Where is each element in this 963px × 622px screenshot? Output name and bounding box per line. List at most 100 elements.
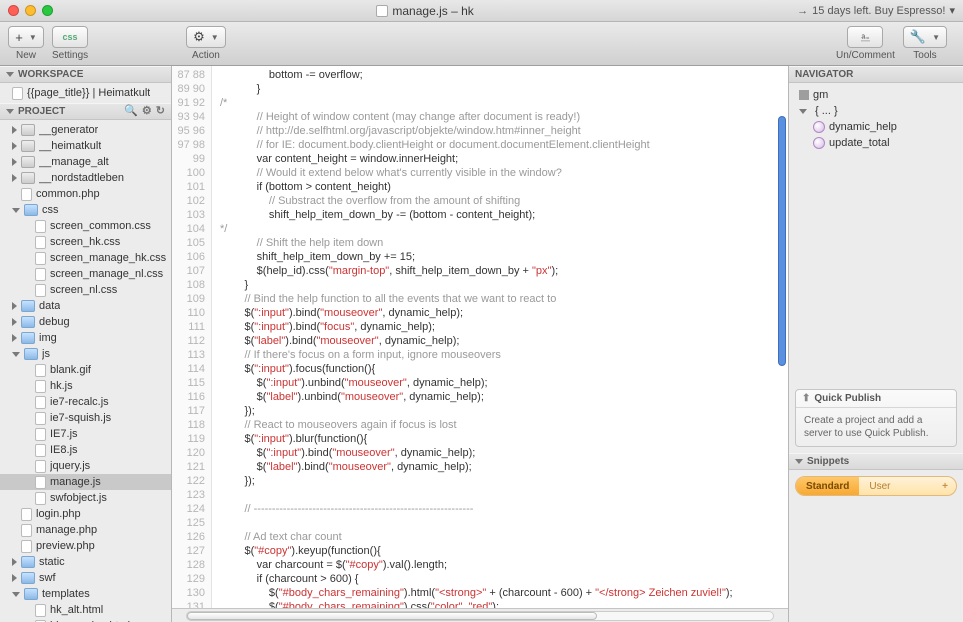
folder-row[interactable]: js: [0, 346, 171, 362]
snippets-tab-user[interactable]: User: [859, 477, 900, 495]
snippets-tab-standard[interactable]: Standard: [796, 477, 859, 495]
disclosure-triangle-icon: [12, 126, 17, 134]
file-row[interactable]: hk_alt.html: [0, 602, 171, 618]
function-icon: [813, 121, 825, 133]
folder-row[interactable]: __generator: [0, 122, 171, 138]
snippets-header[interactable]: Snippets: [789, 453, 963, 470]
file-row[interactable]: manage.php: [0, 522, 171, 538]
file-row[interactable]: hk.js: [0, 378, 171, 394]
project-tree: __generator__heimatkult__manage_alt__nor…: [0, 120, 171, 622]
folder-icon: [21, 124, 35, 136]
window-title: manage.js – hk: [53, 4, 797, 18]
disclosure-triangle-icon: [6, 72, 14, 77]
file-icon: [21, 540, 32, 553]
disclosure-triangle-icon: [12, 302, 17, 310]
search-icon[interactable]: 🔍: [124, 103, 138, 120]
file-row[interactable]: ie7-squish.js: [0, 410, 171, 426]
folder-icon: [21, 300, 35, 312]
navigator-tree: gm{ ... }dynamic_helpupdate_total: [789, 83, 963, 155]
workspace-header[interactable]: WORKSPACE: [0, 66, 171, 83]
file-row[interactable]: IE7.js: [0, 426, 171, 442]
file-icon: [35, 460, 46, 473]
file-row[interactable]: screen_nl.css: [0, 282, 171, 298]
trial-notice[interactable]: →15 days left. Buy Espresso! ▾: [797, 4, 955, 17]
navigator-item[interactable]: dynamic_help: [795, 119, 957, 135]
folder-row[interactable]: __heimatkult: [0, 138, 171, 154]
disclosure-triangle-icon: [12, 352, 20, 357]
disclosure-triangle-icon: [12, 574, 17, 582]
settings-label: Settings: [52, 50, 88, 61]
gear-icon[interactable]: ⚙: [142, 103, 152, 120]
folder-icon: [21, 140, 35, 152]
settings-button[interactable]: css: [52, 26, 88, 48]
workspace-item[interactable]: {{page_title}} | Heimatkult: [0, 85, 171, 101]
folder-row[interactable]: templates: [0, 586, 171, 602]
file-row[interactable]: preview.php: [0, 538, 171, 554]
quick-publish-header[interactable]: ⬆ Quick Publish: [796, 390, 956, 408]
add-snippet-button[interactable]: +: [934, 481, 956, 492]
file-row[interactable]: swfobject.js: [0, 490, 171, 506]
css-icon: css: [63, 32, 78, 42]
folder-icon: [21, 172, 35, 184]
folder-icon: [21, 156, 35, 168]
zoom-window-button[interactable]: [42, 5, 53, 16]
file-row[interactable]: screen_manage_nl.css: [0, 266, 171, 282]
navigator-item[interactable]: { ... }: [795, 103, 957, 119]
comment-icon: ⎁: [860, 29, 870, 45]
file-icon: [35, 236, 46, 249]
dropdown-icon: ▾: [949, 4, 955, 17]
tools-button[interactable]: 🔧 ▼: [903, 26, 947, 48]
file-row[interactable]: ie7-recalc.js: [0, 394, 171, 410]
close-window-button[interactable]: [8, 5, 19, 16]
folder-row[interactable]: swf: [0, 570, 171, 586]
folder-row[interactable]: __nordstadtleben: [0, 170, 171, 186]
file-row[interactable]: hk_anzeige.html: [0, 618, 171, 622]
minimize-window-button[interactable]: [25, 5, 36, 16]
folder-row[interactable]: static: [0, 554, 171, 570]
folder-icon: [24, 348, 38, 360]
folder-icon: [21, 572, 35, 584]
disclosure-triangle-icon: [12, 142, 17, 150]
chevron-down-icon: ▼: [932, 33, 940, 42]
quick-publish-panel: ⬆ Quick Publish Create a project and add…: [795, 389, 957, 447]
folder-row[interactable]: data: [0, 298, 171, 314]
snippets-body: Standard User +: [789, 470, 963, 502]
document-icon: [376, 5, 388, 17]
file-row[interactable]: common.php: [0, 186, 171, 202]
file-row[interactable]: screen_common.css: [0, 218, 171, 234]
file-row[interactable]: login.php: [0, 506, 171, 522]
object-icon: [799, 90, 809, 100]
folder-row[interactable]: css: [0, 202, 171, 218]
project-header[interactable]: PROJECT 🔍 ⚙ ↻: [0, 103, 171, 120]
scrollbar-thumb[interactable]: [778, 116, 786, 366]
file-row[interactable]: screen_hk.css: [0, 234, 171, 250]
file-row[interactable]: IE8.js: [0, 442, 171, 458]
folder-row[interactable]: debug: [0, 314, 171, 330]
file-row[interactable]: blank.gif: [0, 362, 171, 378]
code-content[interactable]: bottom -= overflow; } /* // Height of wi…: [212, 66, 788, 622]
folder-row[interactable]: __manage_alt: [0, 154, 171, 170]
navigator-item[interactable]: gm: [795, 87, 957, 103]
action-button[interactable]: ⚙ ▼: [186, 26, 226, 48]
file-row[interactable]: jquery.js: [0, 458, 171, 474]
file-icon: [35, 380, 46, 393]
new-button[interactable]: + ▼: [8, 26, 44, 48]
folder-row[interactable]: img: [0, 330, 171, 346]
tools-label: Tools: [913, 50, 936, 61]
refresh-icon[interactable]: ↻: [156, 103, 165, 120]
file-row[interactable]: screen_manage_hk.css: [0, 250, 171, 266]
file-icon: [35, 476, 46, 489]
disclosure-triangle-icon: [12, 208, 20, 213]
file-icon: [21, 524, 32, 537]
file-row[interactable]: manage.js: [0, 474, 171, 490]
uncomment-button[interactable]: ⎁: [847, 26, 883, 48]
scrollbar-thumb[interactable]: [187, 612, 597, 620]
vertical-scrollbar[interactable]: [778, 76, 786, 576]
disclosure-triangle-icon: [6, 109, 14, 114]
plus-icon: +: [15, 30, 23, 45]
file-icon: [35, 604, 46, 617]
navigator-item[interactable]: update_total: [795, 135, 957, 151]
horizontal-scrollbar[interactable]: [172, 608, 788, 622]
code-editor[interactable]: 87 88 89 90 91 92 93 94 95 96 97 98 99 1…: [172, 66, 788, 622]
navigator-header[interactable]: NAVIGATOR: [789, 66, 963, 83]
